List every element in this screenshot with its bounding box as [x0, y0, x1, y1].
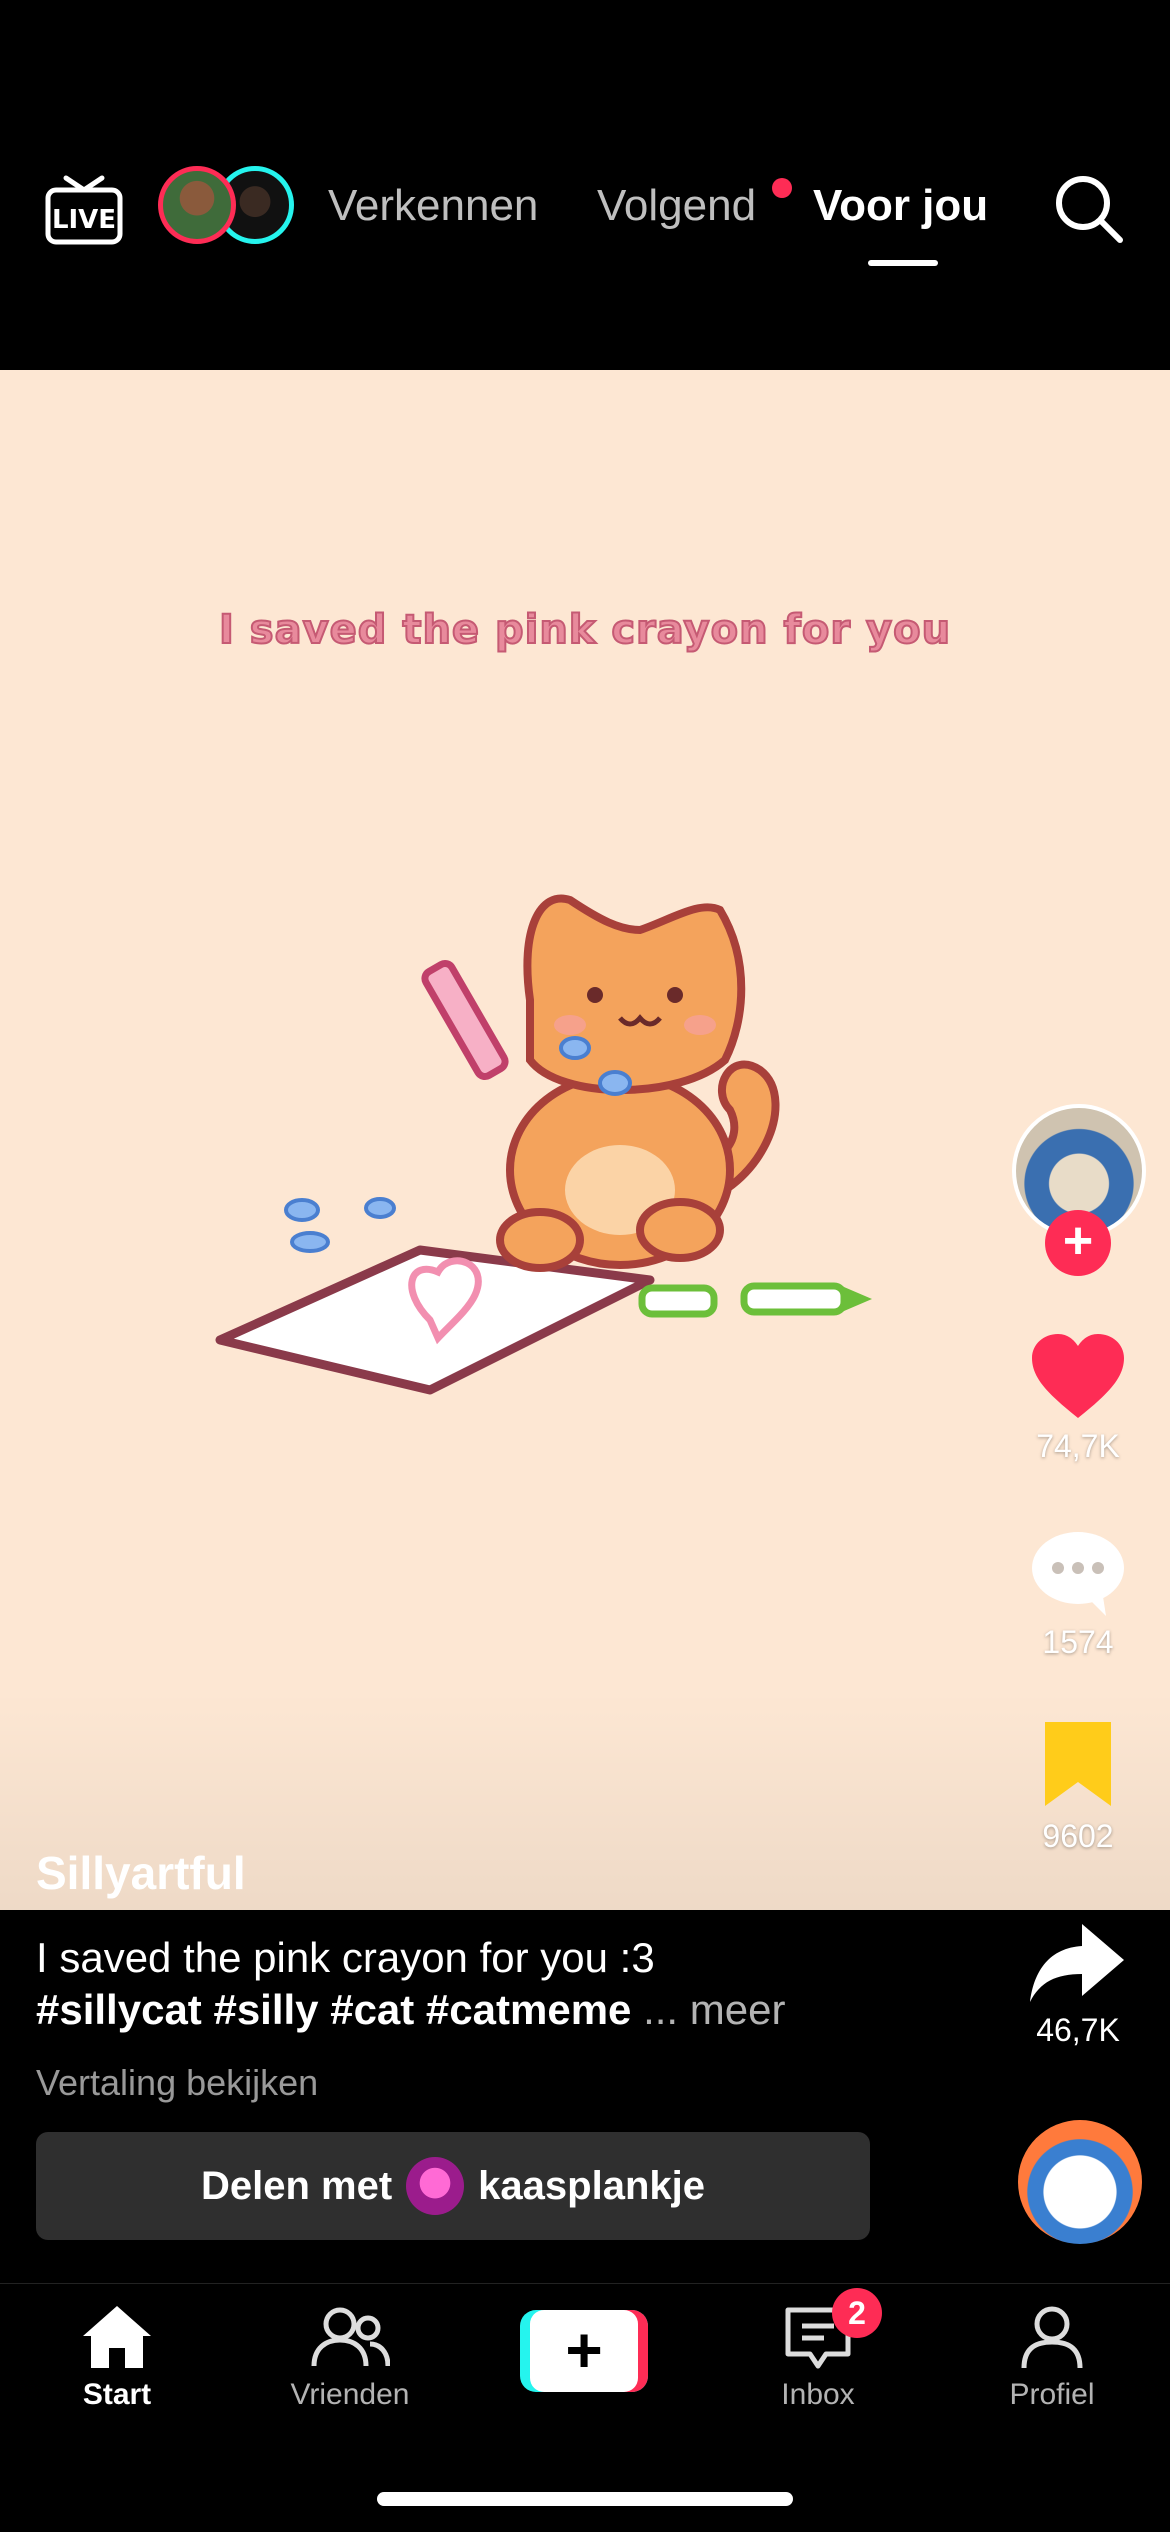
nav-profile-label: Profiel: [1009, 2378, 1095, 2411]
cat-drawing-illustration: [215, 894, 872, 1395]
active-tab-indicator: [868, 260, 938, 266]
nav-inbox[interactable]: Inbox: [718, 2304, 918, 2412]
following-notification-dot: [772, 178, 792, 198]
plus-icon: +: [530, 2310, 638, 2392]
nav-home-label: Start: [82, 2378, 152, 2411]
comment-icon[interactable]: [1028, 1528, 1128, 1618]
live-avatars[interactable]: [158, 166, 298, 246]
live-icon[interactable]: LIVE: [44, 168, 124, 248]
top-bar: LIVE Verkennen Volgend Voor jou: [0, 0, 1170, 370]
hashtag-list[interactable]: #sillycat #silly #cat #catmeme: [36, 1986, 631, 2033]
share-with-button[interactable]: Delen met kaasplankje: [36, 2132, 870, 2240]
tab-for-you[interactable]: Voor jou: [813, 180, 988, 232]
bookmark-count: 9602: [1042, 1818, 1114, 1854]
follow-button[interactable]: +: [1045, 1210, 1111, 1276]
translate-link[interactable]: Vertaling bekijken: [36, 2062, 318, 2104]
search-icon[interactable]: [1050, 170, 1126, 246]
more-link[interactable]: ... meer: [643, 1986, 785, 2033]
create-button[interactable]: +: [520, 2310, 648, 2392]
post-hashtags[interactable]: #sillycat #silly #cat #catmeme ... meer: [36, 1984, 785, 2036]
tab-following[interactable]: Volgend: [597, 180, 756, 232]
home-icon: [83, 2306, 151, 2368]
video-overlay-text: I saved the pink crayon for you: [218, 606, 952, 654]
home-indicator[interactable]: [377, 2492, 793, 2506]
nav-friends[interactable]: Vrienden: [250, 2304, 450, 2412]
share-with-user: kaasplankje: [478, 2163, 705, 2208]
sound-disc[interactable]: [1018, 2120, 1142, 2244]
video-player[interactable]: I saved the pink crayon for you: [0, 370, 1170, 1910]
nav-profile[interactable]: Profiel: [952, 2304, 1152, 2412]
like-count: 74,7K: [1036, 1428, 1120, 1464]
comment-count: 1574: [1042, 1624, 1114, 1660]
avatar: [158, 166, 236, 244]
friend-avatar: [406, 2157, 465, 2215]
creator-username[interactable]: Sillyartful: [36, 1846, 246, 1900]
nav-inbox-label: Inbox: [781, 2378, 855, 2411]
inbox-badge: 2: [832, 2288, 882, 2338]
friends-icon: [311, 2307, 390, 2367]
heart-icon[interactable]: [1028, 1332, 1128, 1422]
tab-explore[interactable]: Verkennen: [328, 180, 538, 232]
bookmark-icon[interactable]: [1033, 1722, 1133, 1812]
profile-icon: [1021, 2306, 1083, 2369]
post-description: I saved the pink crayon for you :3: [36, 1934, 655, 1981]
share-count: 46,7K: [1036, 2012, 1120, 2048]
nav-home[interactable]: Start: [17, 2304, 217, 2412]
share-with-label: Delen met: [201, 2163, 393, 2208]
share-icon[interactable]: [1026, 1920, 1126, 2010]
nav-friends-label: Vrienden: [290, 2378, 410, 2411]
svg-text:LIVE: LIVE: [52, 205, 116, 235]
